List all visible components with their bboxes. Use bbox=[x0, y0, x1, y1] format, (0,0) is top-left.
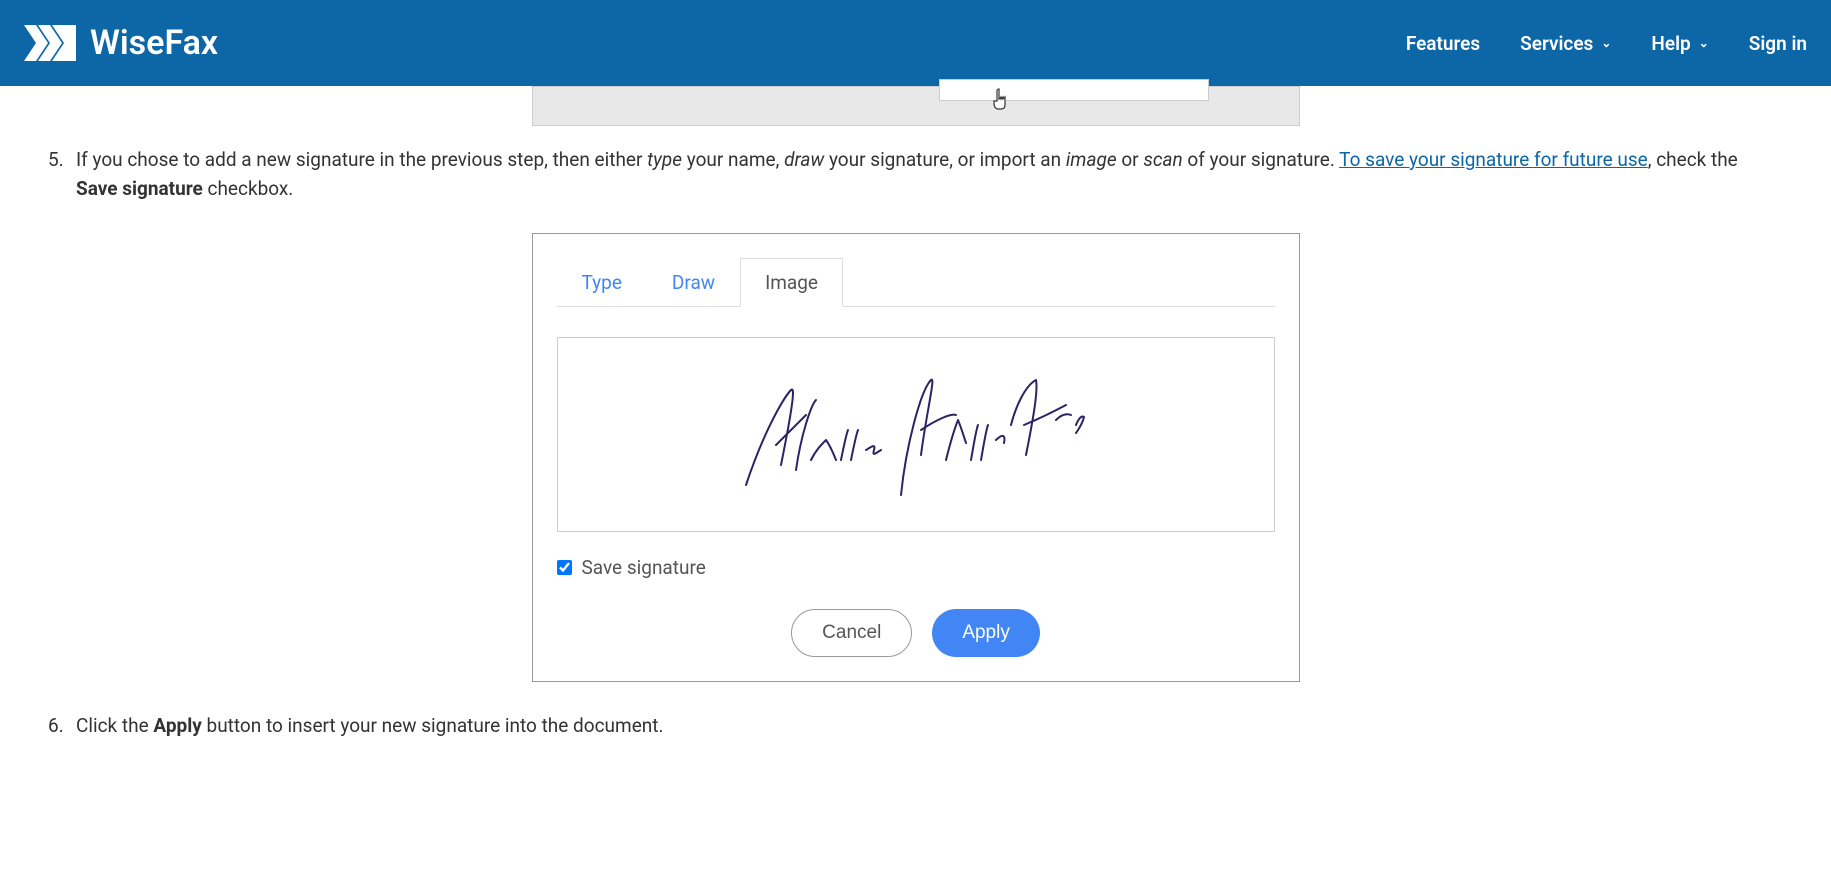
text: your signature, or import an bbox=[824, 148, 1066, 171]
text: or bbox=[1117, 148, 1144, 171]
signature-panel: Type Draw Image Save signature Cancel Ap… bbox=[532, 233, 1300, 682]
nav: Features Services ⌄ Help ⌄ Sign in bbox=[1406, 32, 1807, 55]
logo-container[interactable]: WiseFax bbox=[24, 23, 218, 63]
pointer-cursor-icon bbox=[992, 87, 1014, 117]
content: 5. If you chose to add a new signature i… bbox=[0, 86, 1831, 741]
step-5: 5. If you chose to add a new signature i… bbox=[48, 146, 1783, 203]
logo-icon bbox=[24, 25, 78, 61]
nav-help-label: Help bbox=[1651, 32, 1690, 55]
save-signature-link[interactable]: To save your signature for future use bbox=[1339, 148, 1648, 171]
save-signature-label: Save signature bbox=[582, 556, 706, 579]
previous-section-inner bbox=[939, 79, 1209, 101]
step-6-number: 6. bbox=[48, 712, 68, 741]
text: button to insert your new signature into… bbox=[202, 714, 664, 737]
signature-image-box bbox=[557, 337, 1275, 532]
save-signature-bold: Save signature bbox=[76, 177, 203, 200]
save-signature-checkbox-row: Save signature bbox=[557, 556, 1275, 579]
step-6: 6. Click the Apply button to insert your… bbox=[48, 712, 1783, 741]
chevron-down-icon: ⌄ bbox=[1601, 36, 1611, 50]
tab-type[interactable]: Type bbox=[557, 258, 647, 307]
signature-button-row: Cancel Apply bbox=[557, 609, 1275, 657]
nav-features[interactable]: Features bbox=[1406, 32, 1480, 55]
logo-text: WiseFax bbox=[90, 23, 218, 63]
cancel-button[interactable]: Cancel bbox=[791, 609, 912, 657]
apply-button[interactable]: Apply bbox=[932, 609, 1040, 657]
nav-signin[interactable]: Sign in bbox=[1749, 32, 1807, 55]
signature-image bbox=[726, 365, 1106, 505]
tab-draw[interactable]: Draw bbox=[647, 258, 740, 307]
chevron-down-icon: ⌄ bbox=[1699, 36, 1709, 50]
text: If you chose to add a new signature in t… bbox=[76, 148, 647, 171]
step-5-text: If you chose to add a new signature in t… bbox=[76, 146, 1783, 203]
step-6-text: Click the Apply button to insert your ne… bbox=[76, 712, 1783, 741]
text: of your signature. bbox=[1183, 148, 1339, 171]
nav-signin-label: Sign in bbox=[1749, 32, 1807, 55]
save-signature-checkbox[interactable] bbox=[557, 560, 572, 575]
text: checkbox. bbox=[203, 177, 294, 200]
previous-section-fragment bbox=[532, 86, 1300, 126]
nav-features-label: Features bbox=[1406, 32, 1480, 55]
tab-image[interactable]: Image bbox=[740, 258, 843, 307]
header: WiseFax Features Services ⌄ Help ⌄ Sign … bbox=[0, 0, 1831, 86]
nav-help[interactable]: Help ⌄ bbox=[1651, 32, 1708, 55]
scan-italic: scan bbox=[1143, 148, 1182, 171]
signature-tabs: Type Draw Image bbox=[557, 258, 1275, 307]
image-italic: image bbox=[1066, 148, 1117, 171]
text: , check the bbox=[1648, 148, 1738, 171]
text: Click the bbox=[76, 714, 153, 737]
text: your name, bbox=[682, 148, 784, 171]
nav-services[interactable]: Services ⌄ bbox=[1520, 32, 1611, 55]
step-5-number: 5. bbox=[48, 146, 68, 203]
type-italic: type bbox=[647, 148, 682, 171]
nav-services-label: Services bbox=[1520, 32, 1593, 55]
draw-italic: draw bbox=[784, 148, 824, 171]
apply-bold: Apply bbox=[153, 714, 201, 737]
